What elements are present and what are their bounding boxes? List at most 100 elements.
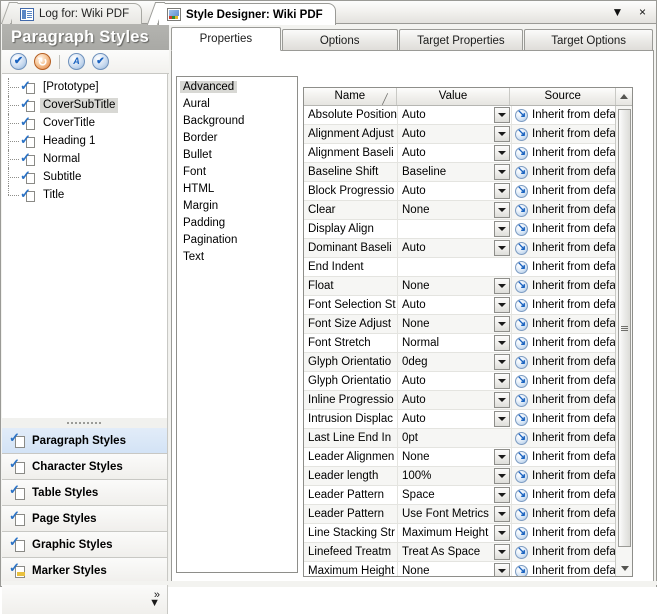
property-source-cell[interactable]: Inherit from defa (511, 296, 615, 314)
category-item-html[interactable]: HTML (178, 181, 297, 198)
category-item-aural[interactable]: Aural (178, 96, 297, 113)
category-item-border[interactable]: Border (178, 130, 297, 147)
value-dropdown-button[interactable] (494, 202, 510, 218)
table-row[interactable]: Glyph Orientatio0degInherit from defa (304, 353, 615, 372)
property-value-cell[interactable]: Auto (397, 125, 511, 143)
tab-target-options[interactable]: Target Options (524, 29, 653, 51)
property-value-cell[interactable]: Auto (397, 144, 511, 162)
property-value-cell[interactable]: Auto (397, 372, 511, 390)
property-value-cell[interactable]: None (397, 277, 511, 295)
table-row[interactable]: Last Line End In0ptInherit from defa (304, 429, 615, 448)
value-dropdown-button[interactable] (494, 468, 510, 484)
list-item[interactable]: ✓ CoverTitle (2, 114, 167, 132)
property-source-cell[interactable]: Inherit from defa (511, 277, 615, 295)
table-row[interactable]: Linefeed TreatmTreat As SpaceInherit fro… (304, 543, 615, 562)
category-item-margin[interactable]: Margin (178, 198, 297, 215)
list-item[interactable]: ✓ [Prototype] (2, 78, 167, 96)
property-value-cell[interactable]: 0pt (397, 429, 511, 447)
category-item-text[interactable]: Text (178, 249, 297, 266)
category-item-bullet[interactable]: Bullet (178, 147, 297, 164)
category-item-padding[interactable]: Padding (178, 215, 297, 232)
property-value-cell[interactable]: None (397, 448, 511, 466)
table-row[interactable]: Dominant BaseliAutoInherit from defa (304, 239, 615, 258)
category-item-advanced[interactable]: Advanced (178, 79, 297, 96)
property-source-cell[interactable]: Inherit from defa (511, 448, 615, 466)
value-dropdown-button[interactable] (494, 316, 510, 332)
table-row[interactable]: Leader PatternSpaceInherit from defa (304, 486, 615, 505)
table-row[interactable]: Leader AlignmenNoneInherit from defa (304, 448, 615, 467)
property-source-cell[interactable]: Inherit from defa (511, 144, 615, 162)
property-value-cell[interactable]: Normal (397, 334, 511, 352)
close-icon[interactable]: × (635, 4, 650, 19)
table-row[interactable]: Alignment BaseliAutoInherit from defa (304, 144, 615, 163)
document-tab-style-designer[interactable]: Style Designer: Wiki PDF (158, 3, 336, 25)
value-dropdown-button[interactable] (494, 335, 510, 351)
property-source-cell[interactable]: Inherit from defa (511, 524, 615, 542)
property-value-cell[interactable]: None (397, 315, 511, 333)
value-dropdown-button[interactable] (494, 145, 510, 161)
scroll-down-button[interactable] (616, 560, 633, 576)
property-source-cell[interactable]: Inherit from defa (511, 486, 615, 504)
table-row[interactable]: Intrusion DisplacAutoInherit from defa (304, 410, 615, 429)
scrollbar-thumb[interactable] (618, 109, 631, 547)
table-row[interactable]: FloatNoneInherit from defa (304, 277, 615, 296)
tab-target-properties[interactable]: Target Properties (399, 29, 524, 51)
property-source-cell[interactable]: Inherit from defa (511, 163, 615, 181)
value-dropdown-button[interactable] (494, 297, 510, 313)
table-row[interactable]: ClearNoneInherit from defa (304, 201, 615, 220)
list-item[interactable]: ✓ Normal (2, 150, 167, 168)
vertical-scrollbar[interactable] (615, 106, 632, 576)
value-dropdown-button[interactable] (494, 183, 510, 199)
property-source-cell[interactable]: Inherit from defa (511, 106, 615, 124)
sidebar-item-character-styles[interactable]: ✓ Character Styles (2, 454, 167, 480)
value-dropdown-button[interactable] (494, 373, 510, 389)
property-value-cell[interactable]: 0deg (397, 353, 511, 371)
table-row[interactable]: Baseline ShiftBaselineInherit from defa (304, 163, 615, 182)
property-source-cell[interactable]: Inherit from defa (511, 125, 615, 143)
property-value-cell[interactable] (397, 220, 511, 238)
property-source-cell[interactable]: Inherit from defa (511, 258, 615, 276)
sidebar-overflow-button[interactable]: » ▼ (2, 584, 168, 614)
table-row[interactable]: Maximum HeightNoneInherit from defa (304, 562, 615, 577)
value-dropdown-button[interactable] (494, 107, 510, 123)
property-source-cell[interactable]: Inherit from defa (511, 182, 615, 200)
styles-tree[interactable]: ✓ [Prototype] ✓ CoverSubTitle ✓ CoverTit… (2, 74, 168, 418)
property-value-cell[interactable]: Auto (397, 182, 511, 200)
value-dropdown-button[interactable] (494, 525, 510, 541)
property-source-cell[interactable]: Inherit from defa (511, 562, 615, 577)
property-value-cell[interactable]: Auto (397, 391, 511, 409)
property-source-cell[interactable]: Inherit from defa (511, 239, 615, 257)
reset-style-button[interactable] (34, 53, 51, 70)
property-value-cell[interactable]: None (397, 201, 511, 219)
table-row[interactable]: Font Selection StAutoInherit from defa (304, 296, 615, 315)
property-category-list[interactable]: Advanced Aural Background Border Bullet … (176, 76, 298, 573)
table-row[interactable]: Display AlignInherit from defa (304, 220, 615, 239)
tab-list-dropdown-button[interactable]: ▼ (610, 4, 625, 19)
list-item[interactable]: ✓ Subtitle (2, 168, 167, 186)
property-value-cell[interactable]: Auto (397, 106, 511, 124)
value-dropdown-button[interactable] (494, 278, 510, 294)
validate-style-button[interactable] (92, 53, 109, 70)
property-source-cell[interactable]: Inherit from defa (511, 315, 615, 333)
tab-properties[interactable]: Properties (171, 27, 281, 51)
value-dropdown-button[interactable] (494, 240, 510, 256)
property-source-cell[interactable]: Inherit from defa (511, 410, 615, 428)
document-tab-log[interactable]: Log for: Wiki PDF (11, 3, 142, 24)
edit-style-button[interactable] (68, 53, 85, 70)
category-item-font[interactable]: Font (178, 164, 297, 181)
property-source-cell[interactable]: Inherit from defa (511, 467, 615, 485)
value-dropdown-button[interactable] (494, 506, 510, 522)
property-source-cell[interactable]: Inherit from defa (511, 391, 615, 409)
value-dropdown-button[interactable] (494, 563, 510, 577)
apply-style-button[interactable] (10, 53, 27, 70)
tab-options[interactable]: Options (282, 29, 398, 51)
property-value-cell[interactable] (397, 258, 511, 276)
value-dropdown-button[interactable] (494, 392, 510, 408)
scroll-up-button[interactable] (615, 88, 632, 105)
list-item[interactable]: ✓ Title (2, 186, 167, 204)
property-value-cell[interactable]: Maximum Height (397, 524, 511, 542)
column-header-source[interactable]: Source (510, 88, 615, 105)
table-row[interactable]: Font StretchNormalInherit from defa (304, 334, 615, 353)
table-row[interactable]: Line Stacking StrMaximum HeightInherit f… (304, 524, 615, 543)
property-source-cell[interactable]: Inherit from defa (511, 220, 615, 238)
